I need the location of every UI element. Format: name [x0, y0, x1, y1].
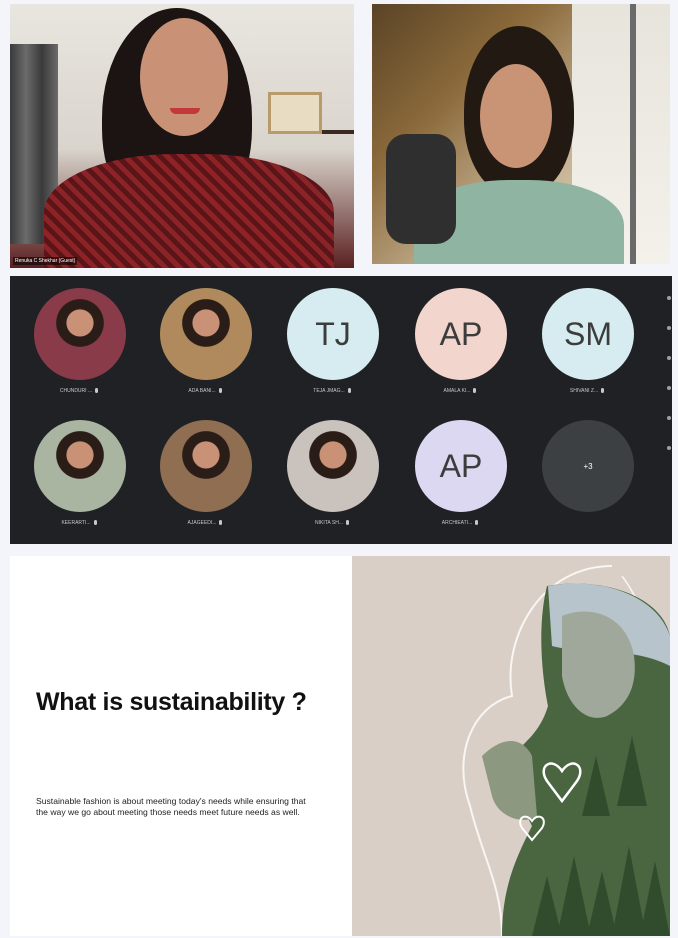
participant-tile[interactable]: TJ TEJA JMAG... — [282, 288, 382, 408]
participant-avatar — [34, 420, 126, 512]
slide-body: Sustainable fashion is about meeting tod… — [36, 796, 306, 817]
participant-avatar: AP — [415, 288, 507, 380]
participant-tile[interactable]: NIKITA SH... — [282, 420, 382, 540]
participant-tile[interactable]: AP AMALA KI... — [410, 288, 510, 408]
participant-name: NIKITA SH... — [282, 520, 382, 526]
participant-tile[interactable]: +3 — [537, 420, 637, 540]
participant-name: ARCHIEATI... — [410, 520, 510, 526]
participant-tile[interactable]: ADA BANI... — [155, 288, 255, 408]
participant-tile[interactable]: SM SHIVANI Z... — [537, 288, 637, 408]
mic-muted-icon — [345, 520, 349, 526]
slide-image-panel — [352, 556, 670, 936]
participant-tile[interactable]: AP ARCHIEATI... — [410, 420, 510, 540]
video-tile-participant[interactable] — [372, 4, 670, 264]
person-face — [480, 64, 552, 168]
chair — [386, 134, 456, 244]
participant-avatar — [160, 288, 252, 380]
participant-name: AJAGEEDI... — [155, 520, 255, 526]
participant-name: CHUNDURI ... — [29, 388, 129, 394]
participant-tile[interactable]: CHUNDURI ... — [29, 288, 129, 408]
slide-text-panel: What is sustainability ? Sustainable fas… — [10, 556, 352, 936]
video-tile-speaker[interactable]: Renuka C Shekhar (Guest) — [10, 4, 354, 268]
person-smile — [170, 108, 200, 114]
participant-name: TEJA JMAG... — [282, 388, 382, 394]
mic-muted-icon — [347, 388, 351, 394]
person-face — [140, 18, 228, 136]
participant-name: SHIVANI Z... — [537, 388, 637, 394]
mic-muted-icon — [95, 388, 99, 394]
mic-muted-icon — [601, 388, 605, 394]
mic-muted-icon — [473, 388, 477, 394]
participant-avatar — [34, 288, 126, 380]
mic-muted-icon — [218, 388, 222, 394]
participant-initials: +3 — [583, 461, 593, 471]
participant-avatar: SM — [542, 288, 634, 380]
presentation-slide: What is sustainability ? Sustainable fas… — [10, 556, 670, 936]
participant-tile[interactable]: KEERARTI... — [29, 420, 129, 540]
picture-frame — [268, 92, 322, 134]
person-torso — [44, 154, 334, 268]
participant-initials: AP — [439, 315, 483, 352]
participant-avatar: AP — [415, 420, 507, 512]
slide-title: What is sustainability ? — [36, 688, 307, 716]
more-participants-button[interactable]: +3 — [542, 420, 634, 512]
window-bar — [630, 4, 636, 264]
participant-avatar: TJ — [287, 288, 379, 380]
scrollbar[interactable] — [666, 296, 672, 536]
participant-avatar — [160, 420, 252, 512]
participant-initials: AP — [439, 447, 483, 484]
participant-name: KEERARTI... — [29, 520, 129, 526]
participant-initials: TJ — [315, 315, 351, 352]
participant-gallery: CHUNDURI ... ADA BANI... TJ TEJA JMAG... AP A… — [10, 276, 672, 544]
participant-initials: SM — [564, 315, 612, 352]
tile-caption: Renuka C Shekhar (Guest) — [13, 257, 78, 265]
mic-muted-icon — [93, 520, 97, 526]
participant-tile[interactable]: AJAGEEDI... — [155, 420, 255, 540]
mic-muted-icon — [219, 520, 223, 526]
participant-avatar — [287, 420, 379, 512]
participant-name: ADA BANI... — [155, 388, 255, 394]
double-exposure-portrait — [462, 565, 670, 936]
mic-muted-icon — [475, 520, 479, 526]
participant-name: AMALA KI... — [410, 388, 510, 394]
